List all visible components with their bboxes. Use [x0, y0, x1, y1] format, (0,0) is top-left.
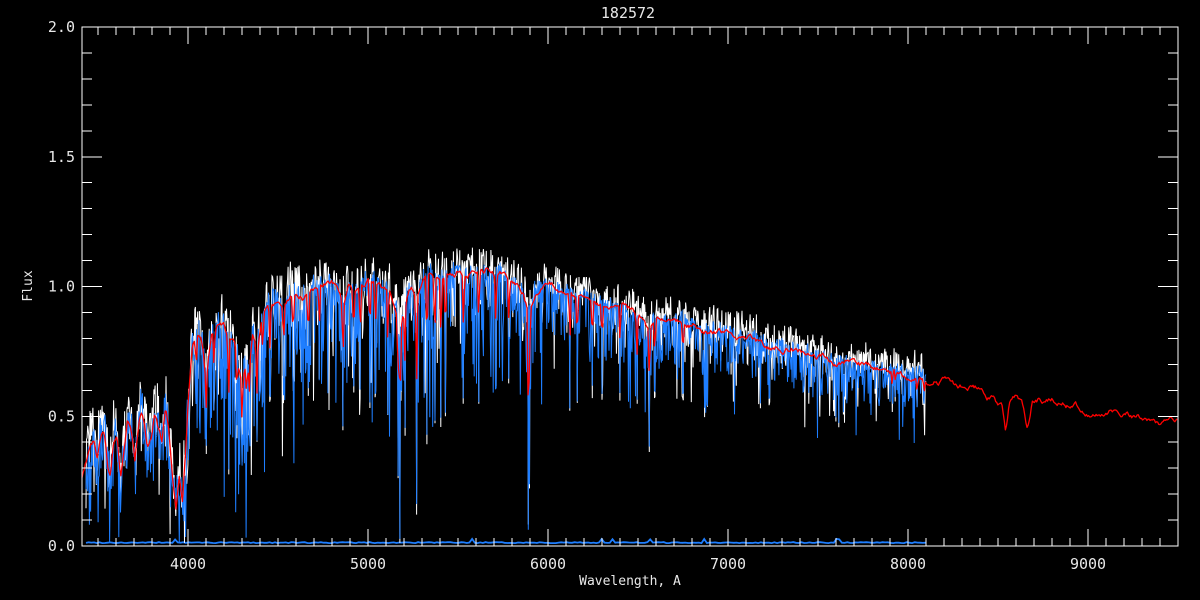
y-tick-label: 0.5 [48, 407, 75, 425]
chart-title: 182572 [601, 4, 655, 22]
spectrum-chart: 4000 5000 6000 7000 8000 90000.00.51.01.52.0 … [0, 0, 1200, 600]
spectrum-figure: 4000 5000 6000 7000 8000 9000 0.0 0.5 1.0 1.5 2.0 … [0, 0, 1200, 600]
x-axis-title: Wavelength, A [579, 574, 681, 589]
x-tick-label: 7000 [710, 555, 746, 573]
y-axis-title: Flux [21, 270, 36, 301]
x-tick-label: 5000 [350, 555, 386, 573]
y-tick-label: 1.0 [48, 278, 75, 296]
y-tick-label: 1.5 [48, 148, 75, 166]
x-tick-label: 4000 [170, 555, 206, 573]
y-tick-label: 0.0 [48, 537, 75, 555]
x-tick-label: 8000 [890, 555, 926, 573]
y-tick-label: 2.0 [48, 18, 75, 36]
x-tick-label: 9000 [1070, 555, 1106, 573]
x-tick-label: 6000 [530, 555, 566, 573]
